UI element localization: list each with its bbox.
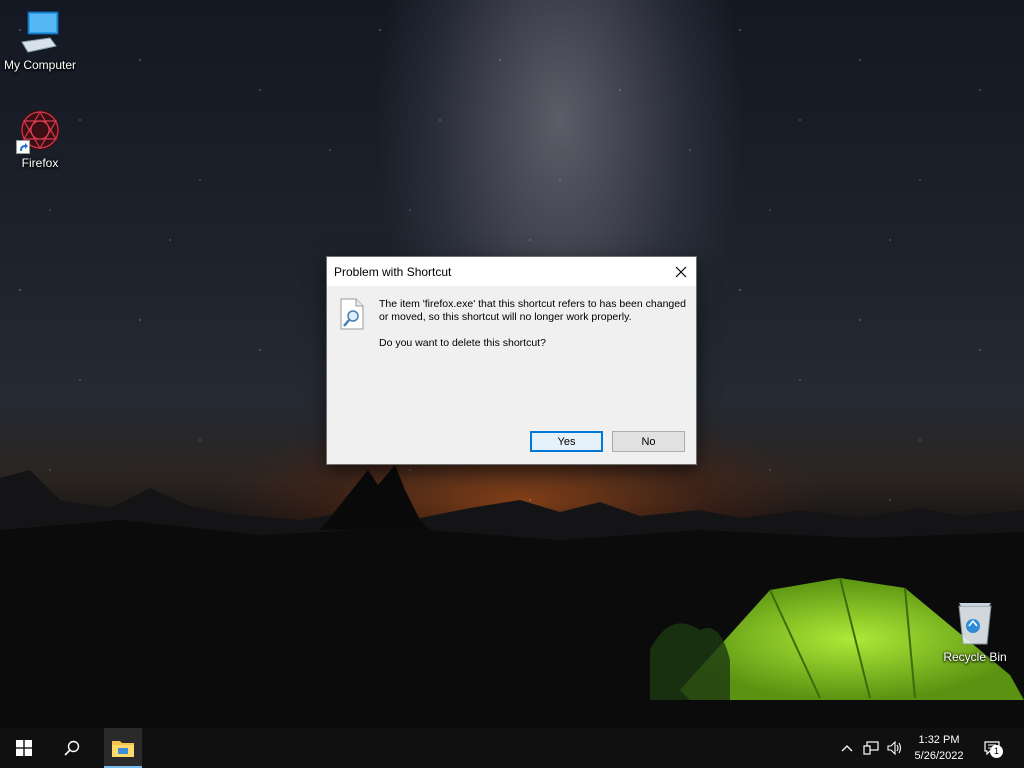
taskbar: 1:32 PM 5/26/2022 1	[0, 728, 1024, 768]
volume-icon	[887, 741, 902, 755]
show-hidden-icons-button[interactable]	[838, 728, 856, 768]
notification-count-badge: 1	[990, 745, 1003, 758]
clock-date: 5/26/2022	[914, 750, 964, 762]
windows-start-icon	[16, 740, 32, 756]
close-icon	[675, 266, 687, 277]
computer-icon	[16, 8, 64, 56]
no-button[interactable]: No	[612, 431, 685, 452]
file-search-icon	[340, 298, 364, 330]
desktop-icon-label: My Computer	[3, 58, 77, 72]
dialog-message-text: The item 'firefox.exe' that this shortcu…	[379, 298, 686, 323]
dialog-title: Problem with Shortcut	[334, 264, 452, 279]
shortcut-arrow-icon	[16, 140, 30, 154]
search-button[interactable]	[48, 728, 96, 768]
action-center-button[interactable]: 1	[980, 728, 1004, 768]
volume-button[interactable]	[884, 728, 906, 768]
taskbar-clock[interactable]: 1:32 PM 5/26/2022	[908, 732, 970, 764]
taskbar-file-explorer[interactable]	[104, 728, 142, 768]
clock-time: 1:32 PM	[918, 734, 960, 746]
close-button[interactable]	[666, 257, 696, 286]
network-button[interactable]	[860, 728, 882, 768]
firefox-icon	[16, 106, 64, 154]
yes-button[interactable]: Yes	[530, 431, 603, 452]
folder-icon	[112, 741, 134, 757]
problem-with-shortcut-dialog: Problem with Shortcut The item 'firefox.…	[326, 256, 697, 465]
desktop-icon-recycle-bin[interactable]: Recycle Bin	[935, 600, 1015, 664]
search-icon	[64, 740, 80, 756]
dialog-titlebar[interactable]: Problem with Shortcut	[327, 257, 696, 286]
dialog-message: The item 'firefox.exe' that this shortcu…	[379, 298, 689, 363]
chevron-up-icon	[841, 745, 853, 752]
desktop-icon-firefox[interactable]: Firefox	[0, 106, 80, 170]
mountain-silhouette	[0, 465, 1024, 728]
start-button[interactable]	[0, 728, 48, 768]
desktop-icon-my-computer[interactable]: My Computer	[0, 8, 80, 72]
desktop-icon-label: Recycle Bin	[943, 650, 1007, 664]
dialog-body: The item 'firefox.exe' that this shortcu…	[327, 286, 696, 466]
recycle-bin-icon	[951, 600, 999, 648]
network-icon	[863, 741, 879, 755]
dialog-question: Do you want to delete this shortcut?	[379, 337, 546, 349]
desktop-icon-label: Firefox	[21, 156, 59, 170]
